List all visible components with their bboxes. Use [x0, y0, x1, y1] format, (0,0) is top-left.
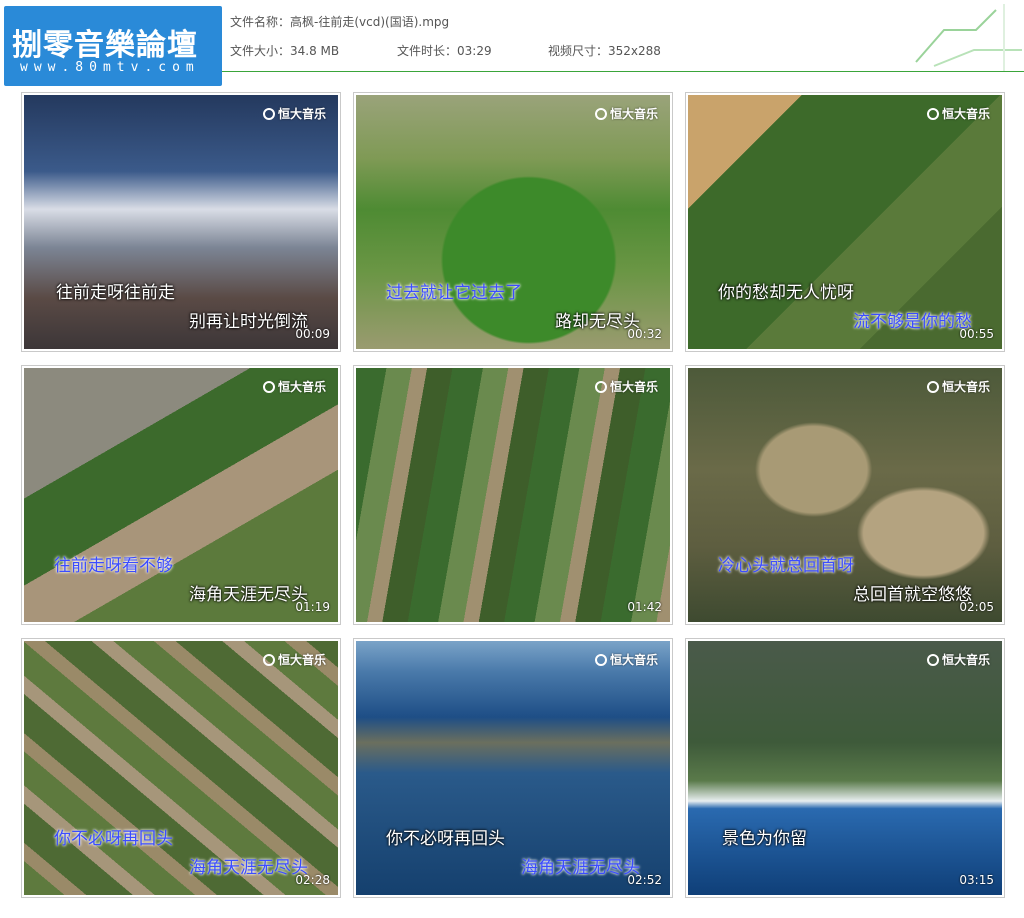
lyric-line-2: 海角天涯无尽头 — [189, 858, 308, 878]
channel-watermark: 恒大音乐 — [926, 651, 990, 668]
watermark-text: 恒大音乐 — [277, 380, 326, 394]
frame-image: 恒大音乐 01:42 — [356, 368, 670, 622]
logo-url: www.80mtv.com — [20, 60, 200, 75]
watermark-logo-icon — [594, 654, 607, 666]
header-divider — [222, 71, 1024, 72]
channel-watermark: 恒大音乐 — [926, 378, 990, 395]
video-size-label: 视频尺寸： — [548, 44, 609, 58]
watermark-logo-icon — [594, 381, 607, 393]
watermark-text: 恒大音乐 — [609, 653, 658, 667]
duration-row: 文件时长：03:29 — [397, 42, 492, 59]
watermark-text: 恒大音乐 — [941, 380, 990, 394]
frame-image: 恒大音乐你不必呀再回头 海角天涯无尽头 02:52 — [356, 641, 670, 895]
video-thumbnail[interactable]: 恒大音乐冷心头就总回首呀总回首就空悠悠 02:05 — [685, 365, 1005, 625]
lyric-line-2: 别再让时光倒流 — [189, 312, 308, 332]
lyric-line-2: 流不够是你的愁 — [853, 312, 972, 332]
frame-image: 恒大音乐你不必呀再回头 海角天涯无尽头 02:28 — [24, 641, 338, 895]
timestamp: 01:19 — [295, 600, 330, 614]
channel-watermark: 恒大音乐 — [926, 105, 990, 122]
channel-watermark: 恒大音乐 — [262, 378, 326, 395]
channel-watermark: 恒大音乐 — [262, 651, 326, 668]
watermark-logo-icon — [926, 654, 939, 666]
channel-watermark: 恒大音乐 — [594, 378, 658, 395]
watermark-text: 恒大音乐 — [277, 653, 326, 667]
timestamp: 02:28 — [295, 873, 330, 887]
video-thumbnail[interactable]: 恒大音乐你的愁却无人忧呀流不够是你的愁 00:55 — [685, 92, 1005, 352]
video-thumbnail[interactable]: 恒大音乐你不必呀再回头 海角天涯无尽头 02:28 — [21, 638, 341, 898]
timestamp: 01:42 — [627, 600, 662, 614]
channel-watermark: 恒大音乐 — [594, 105, 658, 122]
video-thumbnail[interactable]: 恒大音乐往前走呀往前走 别再让时光倒流 00:09 — [21, 92, 341, 352]
lyric-line-2: 海角天涯无尽头 — [521, 858, 640, 878]
watermark-logo-icon — [262, 654, 275, 666]
timestamp: 03:15 — [959, 873, 994, 887]
file-size-label: 文件大小： — [230, 44, 291, 58]
duration-label: 文件时长： — [397, 44, 458, 58]
watermark-logo-icon — [926, 108, 939, 120]
logo-title: 捌零音樂論壇 — [12, 28, 198, 63]
watermark-text: 恒大音乐 — [609, 380, 658, 394]
timestamp: 02:05 — [959, 600, 994, 614]
watermark-logo-icon — [262, 381, 275, 393]
watermark-text: 恒大音乐 — [941, 653, 990, 667]
frame-image: 恒大音乐景色为你留 03:15 — [688, 641, 1002, 895]
header: 捌零音樂論壇 www.80mtv.com 文件名称：高枫-往前走(vcd)(国语… — [0, 0, 1024, 88]
video-thumbnail[interactable]: 恒大音乐你不必呀再回头 海角天涯无尽头 02:52 — [353, 638, 673, 898]
decorative-graph-icon — [915, 4, 1022, 72]
watermark-text: 恒大音乐 — [609, 107, 658, 121]
watermark-logo-icon — [926, 381, 939, 393]
timestamp: 02:52 — [627, 873, 662, 887]
channel-watermark: 恒大音乐 — [594, 651, 658, 668]
video-thumbnail[interactable]: 恒大音乐 过去就让它过去了 路却无尽头 00:32 — [353, 92, 673, 352]
frame-image: 恒大音乐往前走呀往前走 别再让时光倒流 00:09 — [24, 95, 338, 349]
lyric-line-2: 总回首就空悠悠 — [853, 585, 972, 605]
timestamp: 00:09 — [295, 327, 330, 341]
lyric-line-1: 你不必呀再回头 — [54, 829, 173, 849]
watermark-logo-icon — [594, 108, 607, 120]
lyric-line-1: 冷心头就总回首呀 — [718, 556, 854, 576]
video-thumbnail[interactable]: 恒大音乐往前走呀看不够 海角天涯无尽头 01:19 — [21, 365, 341, 625]
file-size-row: 文件大小：34.8 MB — [230, 42, 339, 59]
frame-image: 恒大音乐往前走呀看不够 海角天涯无尽头 01:19 — [24, 368, 338, 622]
video-size-row: 视频尺寸：352x288 — [548, 42, 661, 59]
frame-image: 恒大音乐冷心头就总回首呀总回首就空悠悠 02:05 — [688, 368, 1002, 622]
duration-value: 03:29 — [457, 44, 492, 58]
site-logo[interactable]: 捌零音樂論壇 www.80mtv.com — [4, 6, 222, 86]
lyric-line-1: 往前走呀看不够 — [54, 556, 173, 576]
lyric-line-1: 你的愁却无人忧呀 — [718, 283, 854, 303]
lyric-line-1: 景色为你留 — [722, 829, 807, 849]
lyric-line-1: 往前走呀往前走 — [56, 283, 175, 303]
timestamp: 00:32 — [627, 327, 662, 341]
timestamp: 00:55 — [959, 327, 994, 341]
frame-image: 恒大音乐 过去就让它过去了 路却无尽头 00:32 — [356, 95, 670, 349]
watermark-text: 恒大音乐 — [941, 107, 990, 121]
frame-image: 恒大音乐你的愁却无人忧呀流不够是你的愁 00:55 — [688, 95, 1002, 349]
file-name-row: 文件名称：高枫-往前走(vcd)(国语).mpg — [230, 13, 449, 30]
video-thumbnail[interactable]: 恒大音乐 01:42 — [353, 365, 673, 625]
watermark-text: 恒大音乐 — [277, 107, 326, 121]
file-size-value: 34.8 MB — [290, 44, 340, 58]
lyric-line-1: 过去就让它过去了 — [386, 283, 522, 303]
watermark-logo-icon — [262, 108, 275, 120]
file-name-value: 高枫-往前走(vcd)(国语).mpg — [290, 15, 450, 29]
video-size-value: 352x288 — [608, 44, 661, 58]
channel-watermark: 恒大音乐 — [262, 105, 326, 122]
lyric-line-1: 你不必呀再回头 — [386, 829, 505, 849]
lyric-line-2: 海角天涯无尽头 — [189, 585, 308, 605]
video-thumbnail[interactable]: 恒大音乐景色为你留 03:15 — [685, 638, 1005, 898]
file-name-label: 文件名称： — [230, 15, 291, 29]
